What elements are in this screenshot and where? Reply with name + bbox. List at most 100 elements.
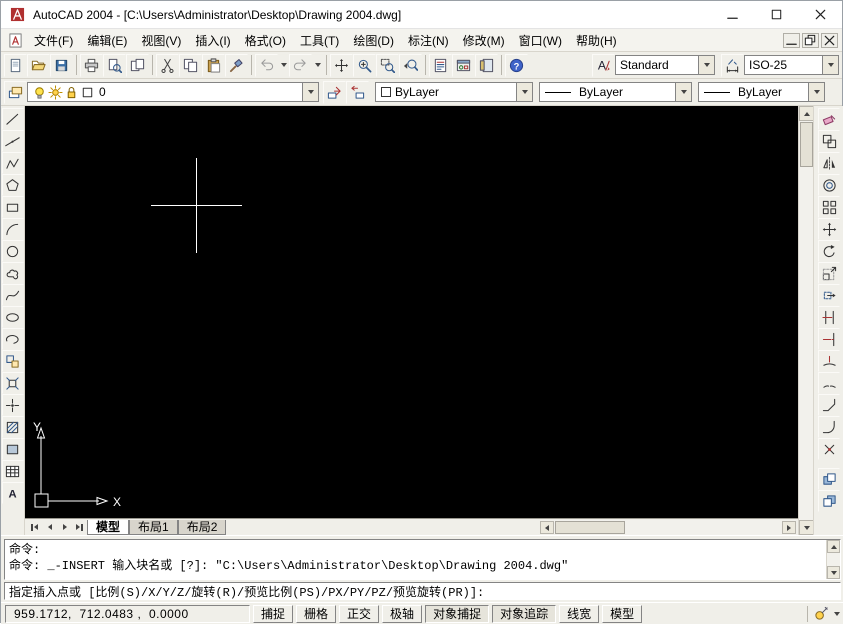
linetype-combo[interactable]: ByLayer — [539, 82, 692, 102]
status-menu-arrow-icon[interactable] — [834, 612, 840, 616]
polar-toggle[interactable]: 极轴 — [382, 605, 422, 623]
coordinate-readout[interactable]: 959.1712, 712.0483 , 0.0000 — [5, 605, 250, 623]
ellipse-arc-button[interactable] — [2, 328, 24, 350]
circle-button[interactable] — [2, 240, 24, 262]
layer-manager-button[interactable] — [4, 81, 27, 104]
command-input-line[interactable]: 指定插入点或 [比例(S)/X/Y/Z/旋转(R)/预览比例(PS)/PX/PY… — [4, 582, 841, 600]
menu-view[interactable]: 视图(V) — [134, 30, 188, 51]
pan-button[interactable] — [330, 54, 353, 77]
array-button[interactable] — [818, 196, 840, 218]
rectangle-button[interactable] — [2, 196, 24, 218]
scale-button[interactable] — [818, 262, 840, 284]
polygon-button[interactable] — [2, 174, 24, 196]
menu-insert[interactable]: 插入(I) — [188, 30, 237, 51]
extend-button[interactable] — [818, 328, 840, 350]
designcenter-button[interactable] — [452, 54, 475, 77]
offset-button[interactable] — [818, 174, 840, 196]
redo-button[interactable] — [289, 54, 312, 77]
combo-drop-button[interactable] — [302, 83, 318, 101]
scroll-up-button[interactable] — [827, 540, 840, 553]
menu-file[interactable]: 文件(F) — [27, 30, 80, 51]
scroll-right-button[interactable] — [782, 521, 796, 534]
ortho-toggle[interactable]: 正交 — [339, 605, 379, 623]
window-close-button[interactable] — [798, 1, 842, 28]
scroll-left-button[interactable] — [540, 521, 554, 534]
tab-model[interactable]: 模型 — [87, 520, 129, 535]
menu-format[interactable]: 格式(O) — [238, 30, 293, 51]
break-button[interactable] — [818, 372, 840, 394]
doc-close-button[interactable] — [821, 33, 838, 48]
lineweight-combo[interactable]: ByLayer — [698, 82, 825, 102]
make-object-layer-current-button[interactable] — [323, 81, 346, 104]
scroll-down-button[interactable] — [799, 520, 814, 535]
draw-order-back-button[interactable] — [818, 490, 840, 512]
zoom-window-button[interactable] — [376, 54, 399, 77]
tab-first-button[interactable] — [27, 520, 42, 534]
tab-prev-button[interactable] — [42, 520, 57, 534]
canvas-horizontal-scrollbar[interactable] — [540, 520, 796, 535]
construction-line-button[interactable] — [2, 130, 24, 152]
dim-style-combo[interactable]: ISO-25 — [744, 55, 839, 75]
command-history-scrollbar[interactable] — [826, 540, 840, 579]
text-style-combo[interactable]: Standard — [615, 55, 715, 75]
hatch-button[interactable] — [2, 416, 24, 438]
combo-drop-button[interactable] — [675, 83, 691, 101]
doc-minimize-button[interactable] — [783, 33, 800, 48]
ellipse-button[interactable] — [2, 306, 24, 328]
drawing-doc-icon[interactable] — [7, 32, 23, 48]
new-button[interactable] — [4, 54, 27, 77]
combo-drop-button[interactable] — [808, 83, 824, 101]
tab-layout2[interactable]: 布局2 — [178, 520, 227, 535]
osnap-toggle[interactable]: 对象捕捉 — [425, 605, 489, 623]
cut-button[interactable] — [156, 54, 179, 77]
trim-button[interactable] — [818, 306, 840, 328]
undo-dropdown[interactable] — [278, 54, 289, 77]
snap-toggle[interactable]: 捕捉 — [253, 605, 293, 623]
polyline-button[interactable] — [2, 152, 24, 174]
stretch-button[interactable] — [818, 284, 840, 306]
match-properties-button[interactable] — [225, 54, 248, 77]
command-history[interactable]: 命令: 命令: _-INSERT 输入块名或 [?]: "C:\Users\Ad… — [4, 539, 841, 580]
open-button[interactable] — [27, 54, 50, 77]
zoom-previous-button[interactable] — [399, 54, 422, 77]
lineweight-toggle[interactable]: 线宽 — [559, 605, 599, 623]
menu-draw[interactable]: 绘图(D) — [346, 30, 401, 51]
scroll-down-button[interactable] — [827, 566, 840, 579]
combo-drop-button[interactable] — [698, 56, 714, 74]
arc-button[interactable] — [2, 218, 24, 240]
tab-layout1[interactable]: 布局1 — [129, 520, 178, 535]
rotate-button[interactable] — [818, 240, 840, 262]
erase-button[interactable] — [818, 108, 840, 130]
make-block-button[interactable] — [2, 372, 24, 394]
zoom-realtime-button[interactable] — [353, 54, 376, 77]
help-button[interactable]: ? — [505, 54, 528, 77]
plot-button[interactable] — [80, 54, 103, 77]
spline-button[interactable] — [2, 284, 24, 306]
combo-drop-button[interactable] — [516, 83, 532, 101]
horizontal-scroll-thumb[interactable] — [555, 521, 625, 534]
vertical-scroll-thumb[interactable] — [800, 122, 813, 167]
menu-tools[interactable]: 工具(T) — [293, 30, 346, 51]
publish-button[interactable] — [126, 54, 149, 77]
layer-on-bulb-icon[interactable] — [31, 84, 47, 100]
save-button[interactable] — [50, 54, 73, 77]
copy-object-button[interactable] — [818, 130, 840, 152]
plot-preview-button[interactable] — [103, 54, 126, 77]
window-minimize-button[interactable] — [710, 1, 754, 28]
tab-next-button[interactable] — [57, 520, 72, 534]
layer-combo[interactable]: 0 — [27, 82, 319, 102]
text-style-button[interactable]: A — [592, 54, 615, 77]
draw-order-front-button[interactable] — [818, 468, 840, 490]
doc-restore-button[interactable] — [802, 33, 819, 48]
redo-dropdown[interactable] — [312, 54, 323, 77]
menu-modify[interactable]: 修改(M) — [456, 30, 512, 51]
canvas-vertical-scrollbar[interactable] — [798, 106, 813, 535]
copy-button[interactable] — [179, 54, 202, 77]
scroll-track[interactable] — [799, 168, 813, 520]
menu-window[interactable]: 窗口(W) — [512, 30, 569, 51]
properties-button[interactable] — [429, 54, 452, 77]
line-button[interactable] — [2, 108, 24, 130]
multiline-text-button[interactable]: A — [2, 482, 24, 504]
window-maximize-button[interactable] — [754, 1, 798, 28]
fillet-button[interactable] — [818, 416, 840, 438]
